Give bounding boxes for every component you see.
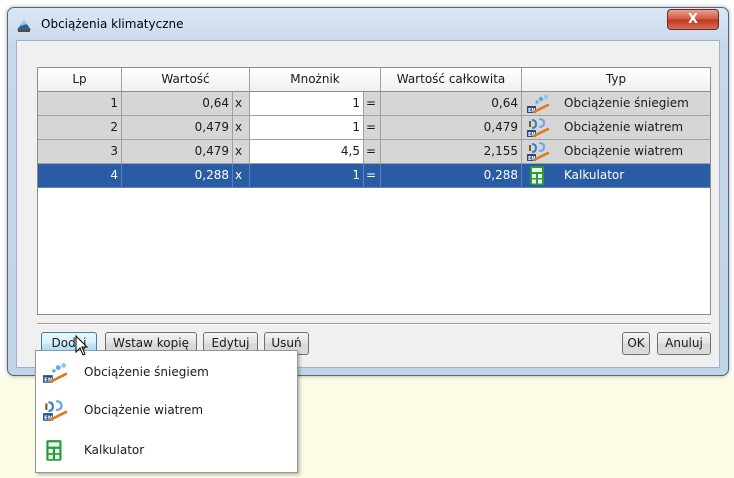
cell-multiplier[interactable]: 1 (250, 164, 364, 188)
calculator-icon (530, 166, 544, 185)
title-bar[interactable]: Obciążenia klimatyczne X (8, 8, 728, 38)
table-row[interactable]: 3 0,479 x 4,5 = 2,155 Obciążenie wiatrem (38, 140, 710, 164)
wind-load-icon (526, 118, 550, 138)
column-header-lp[interactable]: Lp (38, 68, 122, 92)
type-label: Kalkulator (564, 168, 625, 182)
cell-multiplier[interactable]: 4,5 (250, 140, 364, 164)
type-label: Obciążenie śniegiem (564, 96, 689, 110)
cell-type: Kalkulator (522, 164, 710, 188)
cell-equals-sign: = (364, 140, 381, 164)
table-row-selected[interactable]: 4 0,288 x 1 = 0,288 Kalkulator (38, 164, 710, 188)
table-header: Lp Wartość Mnożnik Wartość całkowita Typ (38, 68, 710, 92)
column-header-multiplier[interactable]: Mnożnik (250, 68, 381, 92)
cancel-button[interactable]: Anuluj (657, 332, 711, 355)
cell-lp: 2 (38, 116, 122, 140)
separator (37, 323, 711, 325)
cell-total: 0,64 (381, 92, 522, 116)
cell-lp: 4 (38, 164, 122, 188)
ok-button[interactable]: OK (622, 332, 650, 355)
type-label: Obciążenie wiatrem (564, 120, 684, 134)
loads-table: Lp Wartość Mnożnik Wartość całkowita Typ… (37, 67, 711, 315)
close-button[interactable]: X (667, 9, 719, 30)
wind-load-icon (42, 400, 68, 422)
cell-type: Obciążenie wiatrem (522, 116, 710, 140)
menu-item-snow-load[interactable]: Obciążenie śniegiem (37, 355, 296, 391)
cell-multiplier[interactable]: 1 (250, 92, 364, 116)
table-row[interactable]: 2 0,479 x 1 = 0,479 Obciążenie wiatrem (38, 116, 710, 140)
cell-value: 0,64 (122, 92, 233, 116)
snow-load-icon (526, 94, 550, 114)
cell-total: 0,479 (381, 116, 522, 140)
type-label: Obciążenie wiatrem (564, 144, 684, 158)
cell-times-sign: x (233, 92, 250, 116)
column-header-type[interactable]: Typ (522, 68, 710, 92)
app-icon (17, 20, 31, 32)
menu-item-calculator[interactable]: Kalkulator (37, 433, 296, 469)
add-dropdown-menu: Obciążenie śniegiem Obciążenie wiatrem K… (35, 350, 298, 473)
cell-times-sign: x (233, 164, 250, 188)
cell-lp: 3 (38, 140, 122, 164)
window-title: Obciążenia klimatyczne (41, 17, 184, 31)
cell-multiplier[interactable]: 1 (250, 116, 364, 140)
menu-item-label: Kalkulator (84, 443, 145, 457)
cell-equals-sign: = (364, 164, 381, 188)
cell-equals-sign: = (364, 92, 381, 116)
wind-load-icon (526, 142, 550, 162)
column-header-total[interactable]: Wartość całkowita (381, 68, 522, 92)
cell-times-sign: x (233, 140, 250, 164)
menu-item-label: Obciążenie śniegiem (84, 365, 209, 379)
snow-load-icon (42, 362, 68, 384)
column-header-value[interactable]: Wartość (122, 68, 250, 92)
mouse-pointer-icon (75, 335, 89, 356)
cell-equals-sign: = (364, 116, 381, 140)
cell-lp: 1 (38, 92, 122, 116)
cell-total: 2,155 (381, 140, 522, 164)
menu-item-label: Obciążenie wiatrem (84, 403, 204, 417)
table-row[interactable]: 1 0,64 x 1 = 0,64 Obciążenie śniegiem (38, 92, 710, 116)
cell-value: 0,479 (122, 116, 233, 140)
cell-value: 0,288 (122, 164, 233, 188)
close-icon: X (687, 12, 699, 27)
dialog-window: Obciążenia klimatyczne X Lp Wartość Mnoż… (7, 7, 729, 376)
cell-value: 0,479 (122, 140, 233, 164)
cell-total: 0,288 (381, 164, 522, 188)
dialog-body: Lp Wartość Mnożnik Wartość całkowita Typ… (16, 40, 720, 368)
menu-item-wind-load[interactable]: Obciążenie wiatrem (37, 393, 296, 429)
calculator-icon (46, 440, 62, 461)
cell-times-sign: x (233, 116, 250, 140)
cell-type: Obciążenie wiatrem (522, 140, 710, 164)
cell-type: Obciążenie śniegiem (522, 92, 710, 116)
